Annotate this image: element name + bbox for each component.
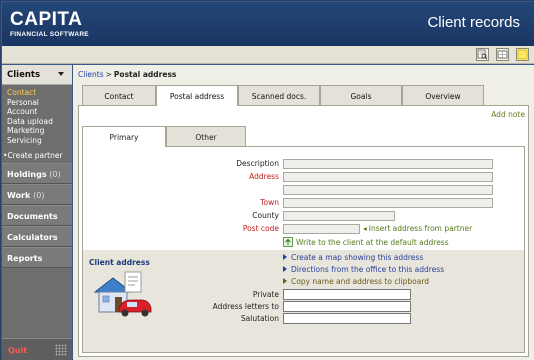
sidebar-item-personal[interactable]: Personal bbox=[2, 98, 72, 108]
sidebar-section-reports[interactable]: Reports bbox=[2, 246, 72, 268]
address-line-1-field[interactable] bbox=[283, 172, 493, 182]
directions-link[interactable]: Directions from the office to this addre… bbox=[283, 265, 444, 274]
section-count: (0) bbox=[33, 190, 45, 200]
sidebar-subnav: Contact Personal Account Data upload Mar… bbox=[2, 85, 72, 163]
capita-logo: CAPITA FINANCIAL SOFTWARE bbox=[10, 10, 89, 38]
section-label: Work bbox=[7, 190, 31, 200]
logo-sub-text: FINANCIAL SOFTWARE bbox=[10, 31, 89, 38]
sidebar-section-documents[interactable]: Documents bbox=[2, 204, 72, 226]
quit-button[interactable]: Quit bbox=[8, 346, 27, 355]
sidebar-section-work[interactable]: Work (0) bbox=[2, 183, 72, 205]
breadcrumb-current: Postal address bbox=[113, 70, 177, 79]
write-letter-icon bbox=[283, 237, 293, 247]
section-label: Holdings bbox=[7, 169, 47, 179]
sidebar-header-label: Clients bbox=[7, 70, 41, 80]
quit-area: Quit bbox=[2, 338, 72, 360]
section-label: Calculators bbox=[7, 232, 58, 242]
add-note-link[interactable]: Add note bbox=[491, 110, 525, 119]
sidebar-item-account[interactable]: Account bbox=[2, 107, 72, 117]
app-header: CAPITA FINANCIAL SOFTWARE Client records bbox=[2, 2, 534, 46]
logo-main-text: CAPITA bbox=[10, 9, 83, 30]
postcode-label: Post code bbox=[242, 224, 279, 233]
description-label: Description bbox=[236, 159, 279, 168]
house-car-icon bbox=[93, 271, 152, 317]
address-line-2-field[interactable] bbox=[283, 185, 493, 195]
search-document-icon[interactable] bbox=[476, 48, 489, 61]
app-title: Client records bbox=[427, 14, 520, 31]
address-label: Address bbox=[249, 172, 279, 181]
county-label: County bbox=[252, 211, 279, 220]
client-address-title: Client address bbox=[89, 258, 150, 267]
copy-link-label: Copy name and address to clipboard bbox=[291, 277, 430, 286]
private-label: Private bbox=[252, 290, 279, 299]
postal-address-panel: Add note Primary Other Description Addre… bbox=[78, 105, 529, 357]
tab-other[interactable]: Other bbox=[166, 126, 246, 146]
sidebar-section-calculators[interactable]: Calculators bbox=[2, 225, 72, 247]
sidebar-header-clients[interactable]: Clients bbox=[2, 65, 72, 85]
breadcrumb-clients-link[interactable]: Clients bbox=[78, 70, 104, 79]
breadcrumb: Clients > Postal address bbox=[78, 70, 176, 79]
create-partner-link[interactable]: •Create partner bbox=[2, 151, 72, 161]
copy-address-link[interactable]: Copy name and address to clipboard bbox=[283, 277, 429, 286]
section-label: Reports bbox=[7, 253, 43, 263]
town-field[interactable] bbox=[283, 198, 493, 208]
directions-link-label: Directions from the office to this addre… bbox=[291, 265, 445, 274]
tab-contact[interactable]: Contact bbox=[82, 85, 156, 105]
client-address-box: Client address Create a map showing this… bbox=[83, 250, 524, 352]
tab-overview[interactable]: Overview bbox=[402, 85, 484, 105]
sidebar-item-marketing[interactable]: Marketing bbox=[2, 126, 72, 136]
note-icon[interactable] bbox=[516, 48, 529, 61]
address-letters-to-label: Address letters to bbox=[212, 302, 279, 311]
county-field[interactable] bbox=[283, 211, 395, 221]
address-letters-to-field[interactable] bbox=[283, 301, 411, 312]
chevron-down-icon bbox=[58, 72, 64, 76]
sidebar-item-contact[interactable]: Contact bbox=[2, 88, 72, 98]
salutation-label: Salutation bbox=[240, 314, 279, 323]
grid-icon[interactable] bbox=[496, 48, 509, 61]
create-map-link[interactable]: Create a map showing this address bbox=[283, 253, 423, 262]
postcode-field[interactable] bbox=[283, 224, 360, 234]
triangle-right-icon bbox=[283, 278, 287, 284]
grip-icon bbox=[55, 344, 67, 356]
main-content: Clients > Postal address Contact Postal ad… bbox=[73, 65, 534, 360]
insert-partner-label: Insert address from partner bbox=[368, 224, 473, 233]
tab-scanned-docs[interactable]: Scanned docs. bbox=[238, 85, 320, 105]
primary-address-form: Description Address Town County Post cod… bbox=[82, 146, 525, 353]
salutation-field[interactable] bbox=[283, 313, 411, 324]
description-field[interactable] bbox=[283, 159, 493, 169]
sidebar-item-servicing[interactable]: Servicing bbox=[2, 136, 72, 146]
section-count: (0) bbox=[49, 169, 61, 179]
private-field[interactable] bbox=[283, 289, 411, 300]
triangle-right-icon bbox=[283, 266, 287, 272]
section-label: Documents bbox=[7, 211, 58, 221]
breadcrumb-separator: > bbox=[105, 70, 112, 79]
town-label: Town bbox=[260, 198, 279, 207]
tab-postal-address[interactable]: Postal address bbox=[156, 85, 238, 106]
map-link-label: Create a map showing this address bbox=[291, 253, 424, 262]
sidebar-section-holdings[interactable]: Holdings (0) bbox=[2, 162, 72, 184]
arrow-left-icon: ◂ bbox=[363, 224, 367, 233]
toolbar bbox=[2, 46, 534, 64]
write-client-label: Write to the client at the default addre… bbox=[296, 238, 449, 247]
sidebar: Clients Contact Personal Account Data up… bbox=[2, 65, 72, 360]
app-window: CAPITA FINANCIAL SOFTWARE Client records… bbox=[0, 0, 534, 360]
triangle-right-icon bbox=[283, 254, 287, 260]
create-partner-label: Create partner bbox=[7, 151, 63, 160]
tab-primary[interactable]: Primary bbox=[82, 126, 166, 147]
write-to-client-link[interactable]: Write to the client at the default addre… bbox=[283, 237, 449, 247]
tab-goals[interactable]: Goals bbox=[320, 85, 402, 105]
sidebar-item-data-upload[interactable]: Data upload bbox=[2, 117, 72, 127]
insert-address-from-partner-link[interactable]: ◂ Insert address from partner bbox=[363, 224, 472, 233]
